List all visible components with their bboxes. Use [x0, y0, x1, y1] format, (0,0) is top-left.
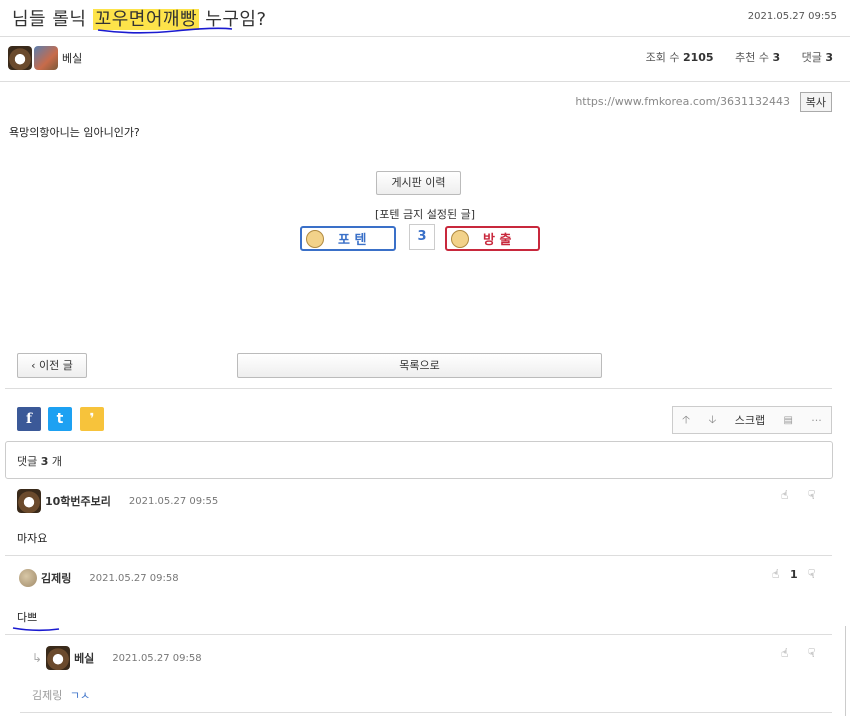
- pen-underline-comment: [12, 627, 60, 632]
- reply-author[interactable]: ↳ 베실 2021.05.27 09:58: [32, 646, 202, 670]
- views-label: 조회 수: [645, 51, 680, 64]
- divider: [20, 712, 832, 713]
- list-button[interactable]: 목록으로: [237, 353, 602, 378]
- comment-name[interactable]: 베실: [74, 650, 94, 666]
- comment-date: 2021.05.27 09:55: [128, 495, 219, 507]
- avatar: [8, 46, 32, 70]
- reply-arrow-icon: ↳: [32, 651, 43, 665]
- ban-button[interactable]: 방 출: [445, 226, 540, 251]
- potent-button[interactable]: 포 텐: [300, 226, 396, 251]
- thumbs-up-icon[interactable]: ☝: [781, 646, 788, 660]
- comments-label: 댓글: [801, 51, 822, 64]
- comment-author[interactable]: 김제링 2021.05.27 09:58: [19, 569, 179, 587]
- divider: [5, 555, 832, 556]
- divider: [0, 36, 850, 37]
- avatar: [17, 489, 41, 513]
- potent-label: 포 텐: [338, 233, 367, 248]
- post-stats: 조회 수 2105 추천 수 3 댓글 3: [646, 49, 833, 65]
- happy-face-icon: [306, 229, 324, 248]
- avatar: [19, 569, 37, 587]
- like-count: 1: [790, 568, 798, 581]
- comment-text: ㄱㅅ: [69, 689, 91, 702]
- chart-icon[interactable]: ▤: [783, 415, 792, 426]
- post-body: 욕망의항아니는 임아니인가?: [9, 126, 140, 139]
- thumbs-down-icon[interactable]: ☟: [808, 567, 815, 581]
- comment-header-suffix: 개: [51, 455, 63, 468]
- divider: [5, 388, 832, 389]
- facebook-share-icon[interactable]: f: [17, 407, 41, 431]
- post-toolbox: 🡡 🡣 스크랩 ▤ ···: [672, 406, 832, 434]
- reply-text: 김제링 ㄱㅅ: [32, 687, 90, 703]
- prev-post-label: 이전 글: [39, 359, 73, 372]
- comment-text: 마자요: [17, 532, 48, 545]
- recommend-count: 3: [772, 51, 781, 64]
- ban-label: 방 출: [483, 233, 512, 248]
- views-count: 2105: [682, 51, 714, 64]
- comment-name[interactable]: 김제링: [41, 570, 71, 586]
- comment-author[interactable]: 10학번주보리 2021.05.27 09:55: [17, 489, 218, 513]
- thumbs-up-icon[interactable]: ☝: [772, 567, 779, 581]
- comment-header-prefix: 댓글: [17, 455, 38, 468]
- post-date: 2021.05.27 09:55: [747, 11, 837, 22]
- comment-date: 2021.05.27 09:58: [89, 572, 179, 584]
- avatar: [46, 646, 71, 670]
- divider: [5, 634, 832, 635]
- more-icon[interactable]: ···: [811, 414, 822, 427]
- arrow-up-icon[interactable]: 🡡: [682, 411, 690, 430]
- pen-underline-title: [97, 27, 233, 34]
- twitter-share-icon[interactable]: t: [48, 407, 72, 431]
- author-block[interactable]: 베실: [8, 46, 82, 70]
- potent-notice: [포텐 금지 설정된 글]: [374, 208, 476, 221]
- recommend-label: 추천 수: [735, 51, 769, 64]
- angry-face-icon: [451, 229, 469, 248]
- comment-date: 2021.05.27 09:58: [112, 652, 202, 664]
- arrow-down-icon[interactable]: 🡣: [708, 411, 716, 430]
- level-icon: [34, 46, 58, 70]
- thumbs-up-icon[interactable]: ☝: [781, 488, 788, 502]
- thumbs-down-icon[interactable]: ☟: [808, 488, 815, 502]
- chevron-left-icon: ‹: [31, 359, 36, 372]
- board-history-button[interactable]: 게시판 이력: [376, 171, 461, 195]
- comment-count: 3: [40, 455, 49, 468]
- title-prefix: 님들 롤닉: [12, 9, 93, 30]
- comment-name[interactable]: 10학번주보리: [45, 493, 111, 509]
- copy-url-button[interactable]: 복사: [799, 92, 832, 112]
- reply-to-name: 김제링: [32, 689, 63, 702]
- scrollbar[interactable]: [845, 626, 850, 716]
- author-name[interactable]: 베실: [62, 50, 82, 66]
- scrap-button[interactable]: 스크랩: [735, 412, 765, 428]
- comments-count: 3: [825, 51, 833, 64]
- divider: [0, 81, 850, 82]
- comment-header: 댓글 3 개: [5, 441, 833, 479]
- post-url[interactable]: https://www.fmkorea.com/3631132443: [575, 95, 790, 108]
- prev-post-button[interactable]: ‹ 이전 글: [17, 353, 87, 378]
- thumbs-down-icon[interactable]: ☟: [808, 646, 815, 660]
- kakao-share-icon[interactable]: ❜: [80, 407, 104, 431]
- comment-text: 다쁘: [17, 611, 38, 624]
- vote-count: 3: [409, 224, 435, 250]
